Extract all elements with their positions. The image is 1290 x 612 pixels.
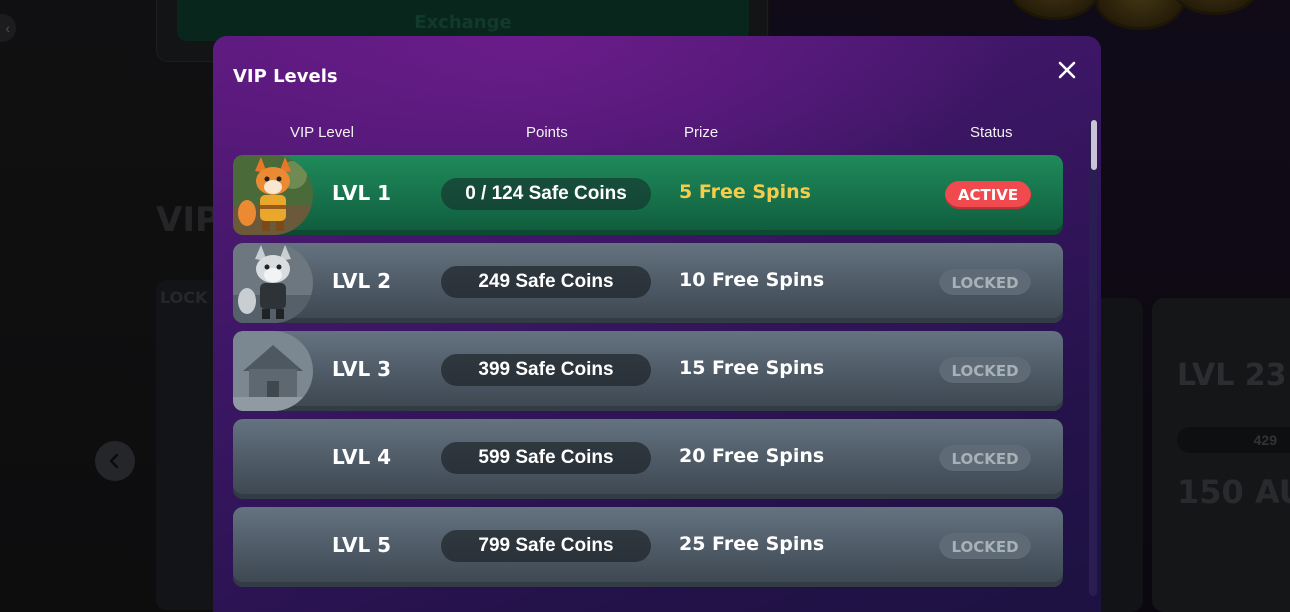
vip-level-row: LVL 3 399 Safe Coins 15 Free Spins LOCKE… [233, 331, 1063, 411]
status-badge: LOCKED [939, 357, 1031, 385]
level-label: LVL 5 [332, 533, 392, 557]
column-header-status: Status [970, 124, 1013, 141]
status-badge: ACTIVE [945, 181, 1031, 209]
status-badge: LOCKED [939, 269, 1031, 297]
points-value: 799 Safe Coins [478, 535, 614, 556]
points-pill: 399 Safe Coins [441, 354, 651, 386]
vip-level-row: LVL 1 0 / 124 Safe Coins 5 Free Spins AC… [233, 155, 1063, 235]
prize-label: 5 Free Spins [679, 181, 811, 203]
close-icon [1058, 61, 1076, 79]
level-label: LVL 3 [332, 357, 392, 381]
points-value: 599 Safe Coins [478, 447, 614, 468]
scrollbar-track[interactable] [1089, 120, 1097, 596]
scrollbar-thumb[interactable] [1091, 120, 1097, 170]
prize-label: 20 Free Spins [679, 445, 825, 467]
vip-levels-modal: VIP Levels VIP Level Points Prize Status [213, 36, 1101, 612]
prize-label: 25 Free Spins [679, 533, 825, 555]
level-1-avatar [233, 155, 313, 235]
points-value: 249 Safe Coins [478, 271, 614, 292]
prize-label: 15 Free Spins [679, 357, 825, 379]
points-value: 0 / 124 Safe Coins [465, 183, 627, 204]
points-value: 399 Safe Coins [478, 359, 614, 380]
status-badge: LOCKED [939, 533, 1031, 561]
level-2-avatar [233, 243, 313, 323]
column-header-points: Points [526, 124, 568, 141]
vip-level-row: LVL 5 799 Safe Coins 25 Free Spins LOCKE… [233, 507, 1063, 587]
points-pill: 799 Safe Coins [441, 530, 651, 562]
level-label: LVL 4 [332, 445, 392, 469]
prize-label: 10 Free Spins [679, 269, 825, 291]
vip-level-row: LVL 4 599 Safe Coins 20 Free Spins LOCKE… [233, 419, 1063, 499]
close-button[interactable] [1055, 58, 1079, 82]
level-label: LVL 2 [332, 269, 392, 293]
points-pill: 249 Safe Coins [441, 266, 651, 298]
points-pill: 0 / 124 Safe Coins [441, 178, 651, 210]
level-label: LVL 1 [332, 181, 392, 205]
points-pill: 599 Safe Coins [441, 442, 651, 474]
vip-level-row: LVL 2 249 Safe Coins 10 Free Spins LOCKE… [233, 243, 1063, 323]
column-header-prize: Prize [684, 124, 719, 141]
level-3-avatar [233, 331, 313, 411]
column-header-vip-level: VIP Level [290, 124, 354, 141]
modal-title: VIP Levels [233, 66, 338, 87]
status-badge: LOCKED [939, 445, 1031, 473]
